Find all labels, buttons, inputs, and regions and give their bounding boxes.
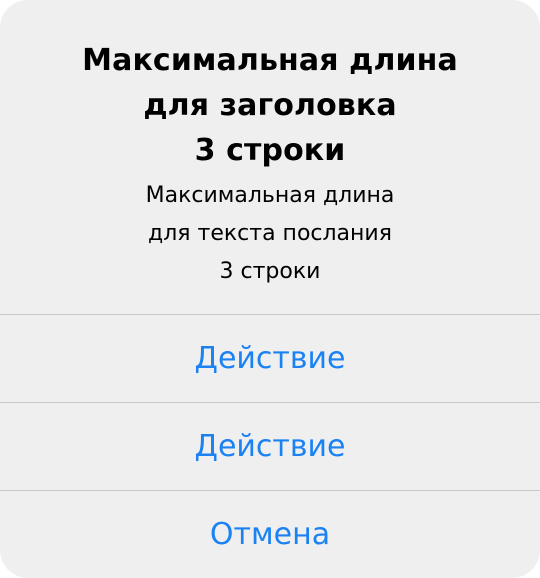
action-button-2[interactable]: Действие [0, 403, 540, 491]
alert-dialog: Максимальная длина для заголовка 3 строк… [0, 0, 540, 578]
cancel-button[interactable]: Отмена [0, 491, 540, 578]
alert-actions: Действие Действие Отмена [0, 314, 540, 578]
alert-message: Максимальная длина для текста послания 3… [0, 177, 540, 291]
alert-message-line: для текста послания [148, 221, 392, 246]
alert-title-line: для заголовка [143, 88, 397, 123]
alert-title-line: Максимальная длина [82, 43, 458, 78]
action-button-1[interactable]: Действие [0, 315, 540, 403]
alert-title-line: 3 строки [194, 133, 346, 168]
alert-message-line: 3 строки [219, 259, 321, 284]
alert-message-line: Максимальная длина [145, 183, 395, 208]
alert-header: Максимальная длина для заголовка 3 строк… [0, 0, 540, 314]
alert-title: Максимальная длина для заголовка 3 строк… [0, 38, 540, 173]
